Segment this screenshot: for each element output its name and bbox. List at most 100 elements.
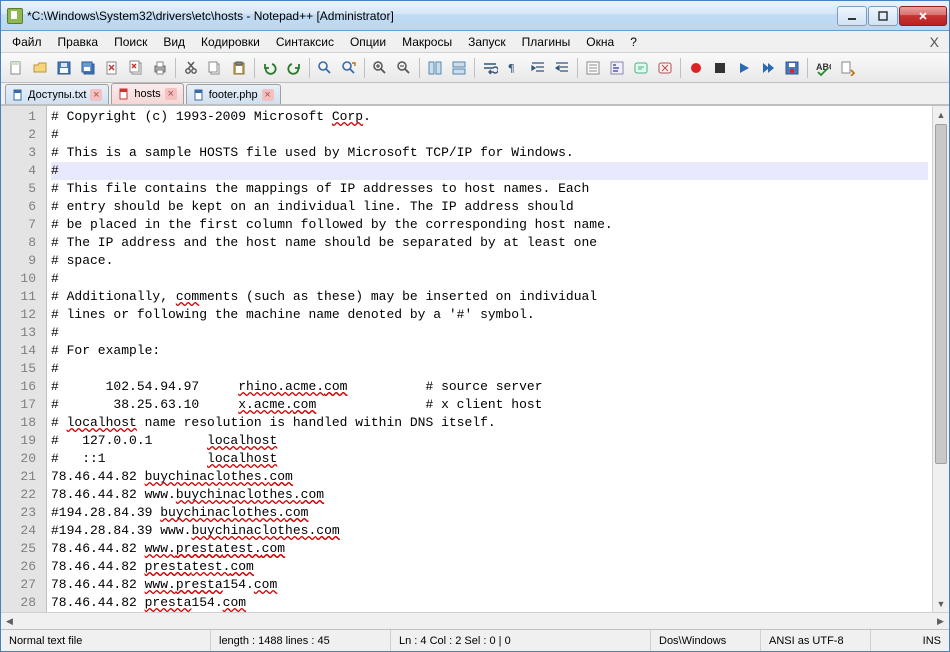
tab-close-icon[interactable]: × — [165, 88, 177, 100]
horizontal-scrollbar[interactable]: ◀ ▶ — [1, 612, 949, 629]
open-file-button[interactable] — [29, 57, 51, 79]
line-number[interactable]: 10 — [1, 270, 46, 288]
editor-line[interactable]: # localhost name resolution is handled w… — [51, 414, 928, 432]
spell-check-button[interactable]: ABC — [812, 57, 834, 79]
line-number[interactable]: 6 — [1, 198, 46, 216]
editor-line[interactable]: # — [51, 162, 928, 180]
minimize-button[interactable] — [837, 6, 867, 26]
line-number[interactable]: 28 — [1, 594, 46, 612]
line-number[interactable]: 26 — [1, 558, 46, 576]
zoom-out-button[interactable] — [393, 57, 415, 79]
tab-hosts[interactable]: hosts× — [111, 83, 183, 104]
editor-line[interactable]: # Additionally, comments (such as these)… — [51, 288, 928, 306]
editor-line[interactable]: 78.46.44.82 presta154.com — [51, 594, 928, 612]
record-button[interactable] — [685, 57, 707, 79]
line-number[interactable]: 1 — [1, 108, 46, 126]
scrollbar-thumb[interactable] — [935, 124, 947, 464]
save-button[interactable] — [53, 57, 75, 79]
save-all-button[interactable] — [77, 57, 99, 79]
line-number[interactable]: 7 — [1, 216, 46, 234]
scroll-up-arrow[interactable]: ▲ — [933, 106, 949, 123]
scroll-left-arrow[interactable]: ◀ — [1, 613, 18, 629]
line-number[interactable]: 24 — [1, 522, 46, 540]
menu-файл[interactable]: Файл — [5, 33, 49, 51]
titlebar[interactable]: *C:\Windows\System32\drivers\etc\hosts -… — [1, 1, 949, 31]
maximize-button[interactable] — [868, 6, 898, 26]
line-number[interactable]: 5 — [1, 180, 46, 198]
sync-h-button[interactable] — [448, 57, 470, 79]
line-number[interactable]: 16 — [1, 378, 46, 396]
tab-close-icon[interactable]: × — [262, 89, 274, 101]
line-gutter[interactable]: 1234567891011121314151617181920212223242… — [1, 106, 47, 612]
menu-поиск[interactable]: Поиск — [107, 33, 154, 51]
wrap-button[interactable] — [479, 57, 501, 79]
folder-button[interactable] — [582, 57, 604, 79]
menu-плагины[interactable]: Плагины — [515, 33, 578, 51]
editor-line[interactable]: # This is a sample HOSTS file used by Mi… — [51, 144, 928, 162]
menu-опции[interactable]: Опции — [343, 33, 393, 51]
replace-button[interactable] — [338, 57, 360, 79]
line-number[interactable]: 11 — [1, 288, 46, 306]
line-number[interactable]: 14 — [1, 342, 46, 360]
comment-button[interactable] — [630, 57, 652, 79]
close-button[interactable] — [899, 6, 947, 26]
editor-line[interactable]: # Copyright (c) 1993-2009 Microsoft Corp… — [51, 108, 928, 126]
new-file-button[interactable] — [5, 57, 27, 79]
paste-button[interactable] — [228, 57, 250, 79]
line-number[interactable]: 23 — [1, 504, 46, 522]
editor-line[interactable]: # For example: — [51, 342, 928, 360]
editor-line[interactable]: # ::1 localhost — [51, 450, 928, 468]
editor-line[interactable]: # 38.25.63.10 x.acme.com # x client host — [51, 396, 928, 414]
save-macro-button[interactable] — [781, 57, 803, 79]
editor-line[interactable]: # — [51, 324, 928, 342]
line-number[interactable]: 13 — [1, 324, 46, 342]
stop-button[interactable] — [709, 57, 731, 79]
editor-line[interactable]: #194.28.84.39 www.buychinaclothes.com — [51, 522, 928, 540]
editor-line[interactable]: # — [51, 126, 928, 144]
editor-line[interactable]: 78.46.44.82 prestatest.com — [51, 558, 928, 576]
editor-line[interactable]: # space. — [51, 252, 928, 270]
menu-?[interactable]: ? — [623, 33, 644, 51]
menu-вид[interactable]: Вид — [156, 33, 192, 51]
editor-line[interactable]: # be placed in the first column followed… — [51, 216, 928, 234]
line-number[interactable]: 21 — [1, 468, 46, 486]
line-number[interactable]: 19 — [1, 432, 46, 450]
line-number[interactable]: 8 — [1, 234, 46, 252]
close-all-button[interactable] — [125, 57, 147, 79]
tab-footer-php[interactable]: footer.php× — [186, 84, 281, 104]
all-chars-button[interactable]: ¶ — [503, 57, 525, 79]
redo-button[interactable] — [283, 57, 305, 79]
editor-line[interactable]: # 127.0.0.1 localhost — [51, 432, 928, 450]
vertical-scrollbar[interactable]: ▲ ▼ — [932, 106, 949, 612]
func-list-button[interactable] — [606, 57, 628, 79]
line-number[interactable]: 9 — [1, 252, 46, 270]
editor-line[interactable]: # — [51, 270, 928, 288]
uncomment-button[interactable] — [654, 57, 676, 79]
tab--txt[interactable]: Доступы.txt× — [5, 84, 109, 104]
editor-line[interactable]: # 102.54.94.97 rhino.acme.com # source s… — [51, 378, 928, 396]
line-number[interactable]: 27 — [1, 576, 46, 594]
line-number[interactable]: 3 — [1, 144, 46, 162]
find-button[interactable] — [314, 57, 336, 79]
menu-правка[interactable]: Правка — [51, 33, 106, 51]
scroll-down-arrow[interactable]: ▼ — [933, 595, 949, 612]
editor-line[interactable]: # — [51, 360, 928, 378]
line-number[interactable]: 25 — [1, 540, 46, 558]
undo-button[interactable] — [259, 57, 281, 79]
close-button[interactable] — [101, 57, 123, 79]
indent-button[interactable] — [527, 57, 549, 79]
outdent-button[interactable] — [551, 57, 573, 79]
editor-line[interactable]: 78.46.44.82 www.prestatest.com — [51, 540, 928, 558]
tab-close-icon[interactable]: × — [90, 89, 102, 101]
menu-макросы[interactable]: Макросы — [395, 33, 459, 51]
zoom-in-button[interactable] — [369, 57, 391, 79]
sync-v-button[interactable] — [424, 57, 446, 79]
mdi-close-button[interactable]: X — [924, 34, 945, 50]
text-editor[interactable]: # Copyright (c) 1993-2009 Microsoft Corp… — [47, 106, 932, 612]
line-number[interactable]: 20 — [1, 450, 46, 468]
editor-line[interactable]: 78.46.44.82 buychinaclothes.com — [51, 468, 928, 486]
editor-line[interactable]: #194.28.84.39 buychinaclothes.com — [51, 504, 928, 522]
line-number[interactable]: 18 — [1, 414, 46, 432]
editor-line[interactable]: # lines or following the machine name de… — [51, 306, 928, 324]
line-number[interactable]: 4 — [1, 162, 46, 180]
